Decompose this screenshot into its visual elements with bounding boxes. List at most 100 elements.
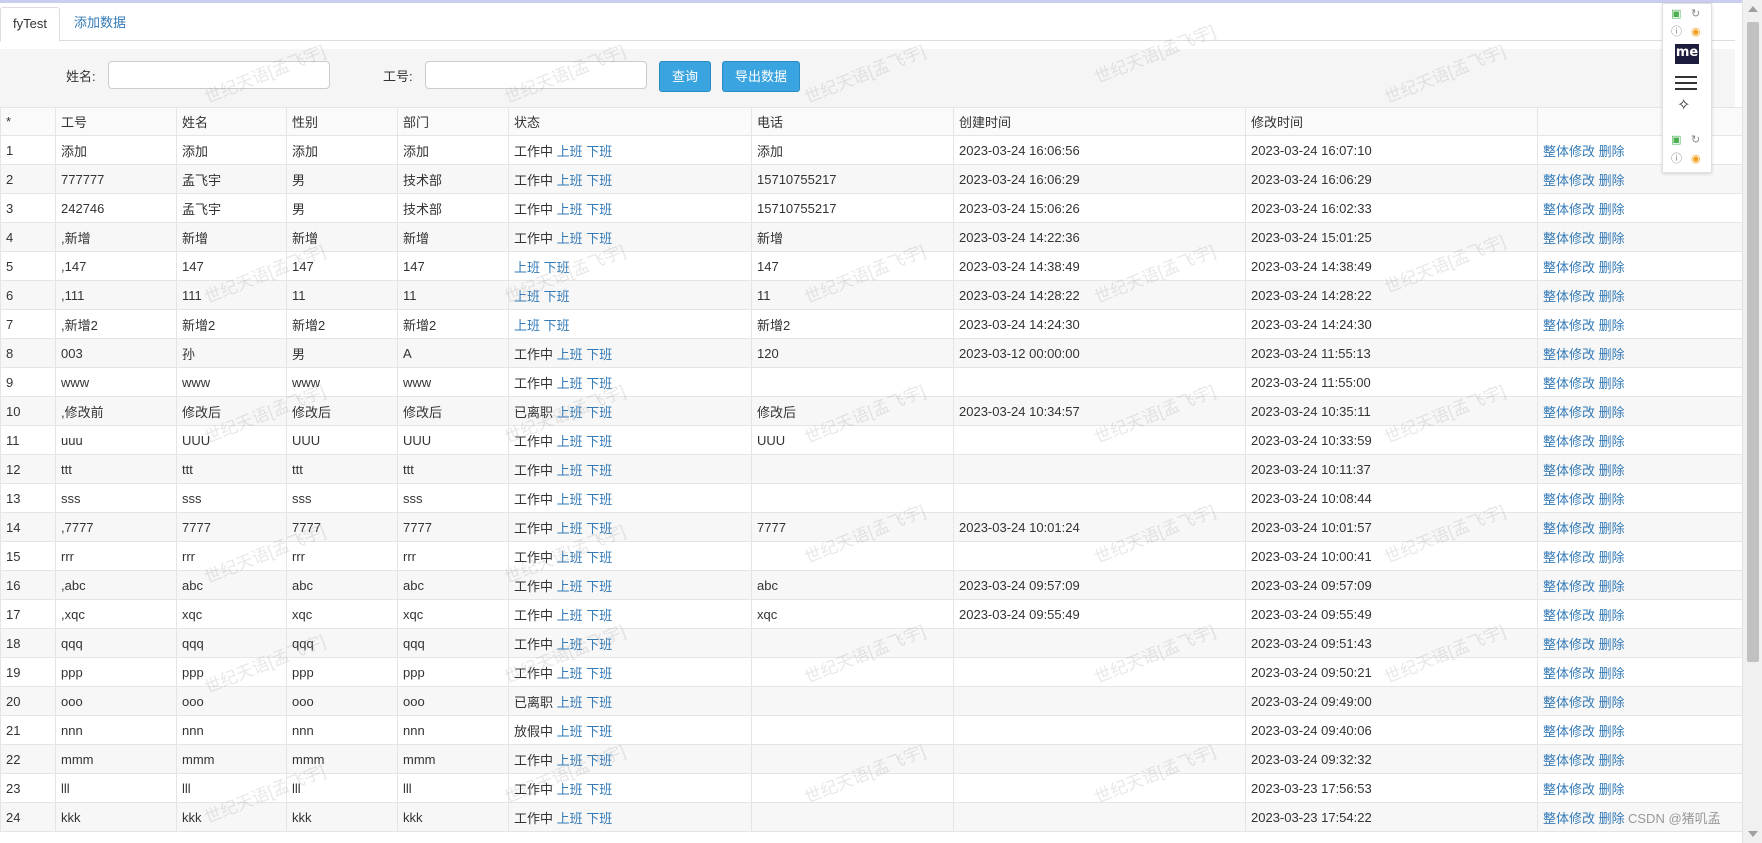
edit-link[interactable]: 整体修改: [1543, 550, 1595, 565]
delete-link[interactable]: 删除: [1599, 202, 1625, 217]
clock-out-link[interactable]: 下班: [586, 405, 612, 420]
edit-link[interactable]: 整体修改: [1543, 811, 1595, 826]
clock-in-link[interactable]: 上班: [557, 521, 583, 536]
clock-out-link[interactable]: 下班: [586, 753, 612, 768]
delete-link[interactable]: 删除: [1599, 550, 1625, 565]
edit-link[interactable]: 整体修改: [1543, 376, 1595, 391]
clock-out-link[interactable]: 下班: [586, 608, 612, 623]
clock-out-link[interactable]: 下班: [586, 144, 612, 159]
info-icon[interactable]: ⓘ: [1671, 153, 1682, 165]
clock-out-link[interactable]: 下班: [586, 550, 612, 565]
refresh-icon[interactable]: ↻: [1691, 8, 1700, 20]
clock-out-link[interactable]: 下班: [586, 376, 612, 391]
delete-link[interactable]: 删除: [1599, 579, 1625, 594]
clock-in-link[interactable]: 上班: [557, 608, 583, 623]
clock-in-link[interactable]: 上班: [557, 579, 583, 594]
refresh-icon[interactable]: ↻: [1691, 134, 1700, 146]
clock-out-link[interactable]: 下班: [586, 434, 612, 449]
clock-in-link[interactable]: 上班: [557, 637, 583, 652]
edit-link[interactable]: 整体修改: [1543, 144, 1595, 159]
clock-out-link[interactable]: 下班: [586, 579, 612, 594]
clock-in-link[interactable]: 上班: [557, 144, 583, 159]
edit-link[interactable]: 整体修改: [1543, 289, 1595, 304]
delete-link[interactable]: 删除: [1599, 463, 1625, 478]
clock-in-link[interactable]: 上班: [557, 666, 583, 681]
me-logo-icon[interactable]: me: [1675, 44, 1699, 64]
clock-out-link[interactable]: 下班: [586, 724, 612, 739]
edit-link[interactable]: 整体修改: [1543, 405, 1595, 420]
scroll-up-icon[interactable]: [1748, 6, 1758, 12]
clock-out-link[interactable]: 下班: [586, 695, 612, 710]
clock-in-link[interactable]: 上班: [557, 202, 583, 217]
magic-wand-icon[interactable]: ✧: [1677, 98, 1690, 114]
edit-link[interactable]: 整体修改: [1543, 724, 1595, 739]
clock-out-link[interactable]: 下班: [586, 492, 612, 507]
clock-out-link[interactable]: 下班: [586, 202, 612, 217]
clock-in-link[interactable]: 上班: [557, 434, 583, 449]
clock-in-link[interactable]: 上班: [557, 753, 583, 768]
delete-link[interactable]: 删除: [1599, 347, 1625, 362]
edit-link[interactable]: 整体修改: [1543, 347, 1595, 362]
delete-link[interactable]: 删除: [1599, 144, 1625, 159]
delete-link[interactable]: 删除: [1599, 231, 1625, 246]
edit-link[interactable]: 整体修改: [1543, 318, 1595, 333]
delete-link[interactable]: 删除: [1599, 608, 1625, 623]
clock-out-link[interactable]: 下班: [586, 231, 612, 246]
clock-in-link[interactable]: 上班: [557, 463, 583, 478]
clock-out-link[interactable]: 下班: [586, 463, 612, 478]
delete-link[interactable]: 删除: [1599, 434, 1625, 449]
edit-link[interactable]: 整体修改: [1543, 579, 1595, 594]
clock-in-link[interactable]: 上班: [557, 231, 583, 246]
delete-link[interactable]: 删除: [1599, 492, 1625, 507]
cast-icon[interactable]: ▣: [1671, 8, 1681, 20]
info-icon[interactable]: ⓘ: [1671, 26, 1682, 38]
delete-link[interactable]: 删除: [1599, 376, 1625, 391]
eye-icon[interactable]: ◉: [1691, 153, 1701, 165]
edit-link[interactable]: 整体修改: [1543, 260, 1595, 275]
scroll-down-icon[interactable]: [1748, 831, 1758, 837]
delete-link[interactable]: 删除: [1599, 173, 1625, 188]
scrollbar-thumb[interactable]: [1747, 22, 1759, 662]
clock-out-link[interactable]: 下班: [586, 666, 612, 681]
edit-link[interactable]: 整体修改: [1543, 521, 1595, 536]
edit-link[interactable]: 整体修改: [1543, 695, 1595, 710]
delete-link[interactable]: 删除: [1599, 318, 1625, 333]
clock-in-link[interactable]: 上班: [557, 550, 583, 565]
clock-in-link[interactable]: 上班: [557, 347, 583, 362]
clock-out-link[interactable]: 下班: [586, 637, 612, 652]
clock-in-link[interactable]: 上班: [514, 289, 540, 304]
clock-in-link[interactable]: 上班: [557, 782, 583, 797]
vertical-scrollbar[interactable]: [1742, 0, 1762, 843]
edit-link[interactable]: 整体修改: [1543, 463, 1595, 478]
clock-in-link[interactable]: 上班: [557, 376, 583, 391]
export-button[interactable]: 导出数据: [722, 61, 801, 92]
cast-icon[interactable]: ▣: [1671, 134, 1681, 146]
edit-link[interactable]: 整体修改: [1543, 782, 1595, 797]
delete-link[interactable]: 删除: [1599, 753, 1625, 768]
clock-in-link[interactable]: 上班: [514, 318, 540, 333]
delete-link[interactable]: 删除: [1599, 695, 1625, 710]
clock-out-link[interactable]: 下班: [586, 782, 612, 797]
clock-in-link[interactable]: 上班: [557, 811, 583, 826]
delete-link[interactable]: 删除: [1599, 405, 1625, 420]
clock-out-link[interactable]: 下班: [586, 347, 612, 362]
delete-link[interactable]: 删除: [1599, 289, 1625, 304]
delete-link[interactable]: 删除: [1599, 521, 1625, 536]
clock-in-link[interactable]: 上班: [557, 405, 583, 420]
clock-out-link[interactable]: 下班: [586, 521, 612, 536]
eye-icon[interactable]: ◉: [1691, 26, 1701, 38]
clock-out-link[interactable]: 下班: [544, 318, 570, 333]
query-button[interactable]: 查询: [659, 61, 712, 92]
clock-in-link[interactable]: 上班: [557, 492, 583, 507]
delete-link[interactable]: 删除: [1599, 811, 1625, 826]
clock-in-link[interactable]: 上班: [514, 260, 540, 275]
clock-out-link[interactable]: 下班: [586, 811, 612, 826]
clock-out-link[interactable]: 下班: [586, 173, 612, 188]
delete-link[interactable]: 删除: [1599, 260, 1625, 275]
edit-link[interactable]: 整体修改: [1543, 231, 1595, 246]
clock-out-link[interactable]: 下班: [544, 260, 570, 275]
delete-link[interactable]: 删除: [1599, 637, 1625, 652]
edit-link[interactable]: 整体修改: [1543, 173, 1595, 188]
edit-link[interactable]: 整体修改: [1543, 492, 1595, 507]
clock-in-link[interactable]: 上班: [557, 695, 583, 710]
